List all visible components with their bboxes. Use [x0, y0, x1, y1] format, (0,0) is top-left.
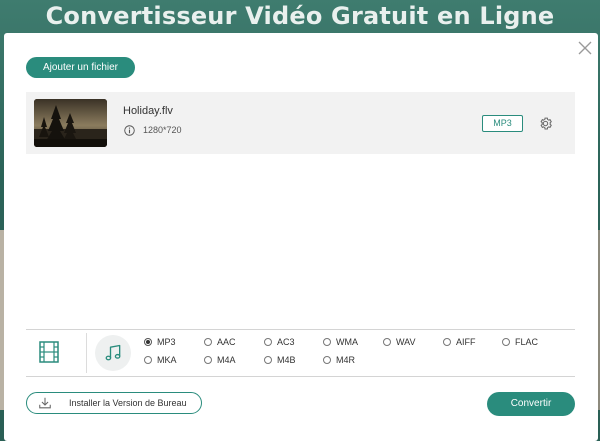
settings-button[interactable]	[538, 116, 553, 131]
format-panel-divider-bottom	[26, 376, 575, 377]
format-option-label: MKA	[157, 355, 177, 365]
close-icon	[578, 41, 592, 55]
radio-mka[interactable]	[144, 356, 152, 364]
background-page-title: Convertisseur Vidéo Gratuit en Ligne	[45, 2, 555, 30]
info-icon[interactable]	[124, 125, 135, 136]
format-option-label: MP3	[157, 337, 176, 347]
format-panel-divider-top	[26, 329, 575, 330]
format-option-label: M4A	[217, 355, 236, 365]
music-note-icon	[105, 344, 121, 361]
radio-m4r[interactable]	[323, 356, 331, 364]
radio-m4a[interactable]	[204, 356, 212, 364]
download-icon	[38, 396, 52, 410]
file-resolution: 1280*720	[143, 125, 182, 135]
format-option-label: WMA	[336, 337, 358, 347]
radio-aiff[interactable]	[443, 338, 451, 346]
audio-format-tab[interactable]	[95, 335, 131, 371]
gear-icon	[540, 117, 552, 130]
format-option-label: FLAC	[515, 337, 539, 347]
format-panel-divider-vertical	[86, 333, 87, 373]
radio-m4b[interactable]	[264, 356, 272, 364]
video-thumbnail	[34, 99, 107, 147]
add-file-button[interactable]: Ajouter un fichier	[26, 57, 135, 78]
format-option-label: M4B	[277, 355, 296, 365]
radio-mp3[interactable]	[144, 338, 152, 346]
radio-ac3[interactable]	[264, 338, 272, 346]
format-option-label: AAC	[217, 337, 236, 347]
radio-wav[interactable]	[383, 338, 391, 346]
file-name: Holiday.flv	[123, 105, 173, 117]
format-option-label: AC3	[277, 337, 295, 347]
format-option-label: WAV	[396, 337, 416, 347]
video-format-tab[interactable]	[37, 340, 61, 364]
radio-flac[interactable]	[502, 338, 510, 346]
install-desktop-version-button[interactable]: Installer la Version de Bureau	[26, 392, 202, 414]
radio-aac[interactable]	[204, 338, 212, 346]
film-icon	[39, 341, 59, 363]
file-item-row: Holiday.flv 1280*720 MP3	[26, 92, 575, 154]
convert-button[interactable]: Convertir	[487, 392, 575, 416]
radio-wma[interactable]	[323, 338, 331, 346]
converter-dialog: Ajouter un fichier Holiday.flv 1280*720 …	[4, 33, 598, 441]
output-format-badge[interactable]: MP3	[482, 115, 523, 132]
install-desktop-version-label: Installer la Version de Bureau	[69, 398, 187, 408]
format-option-label: M4R	[336, 355, 356, 365]
close-button[interactable]	[575, 38, 595, 58]
format-option-label: AIFF	[456, 337, 476, 347]
